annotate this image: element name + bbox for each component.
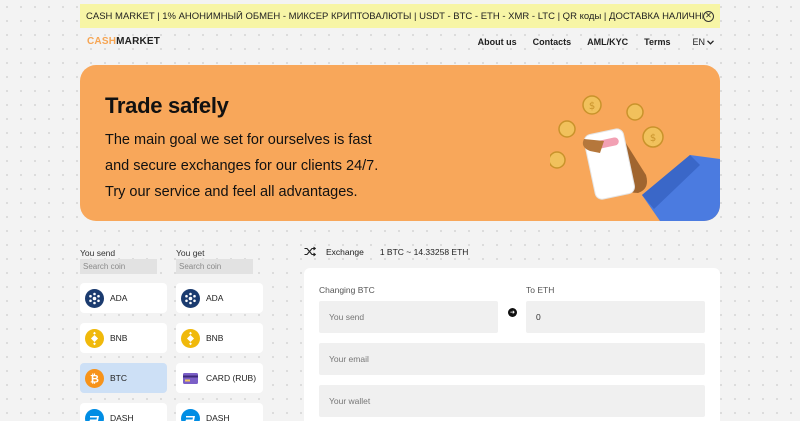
hero-line-1: The main goal we set for ourselves is fa… <box>105 132 372 148</box>
changing-label: Changing BTC <box>319 285 375 295</box>
get-coin-dash[interactable]: DASH <box>176 403 263 421</box>
you-send-label: You send <box>80 248 116 258</box>
wallet-field[interactable] <box>319 385 705 417</box>
chevron-down-icon <box>707 39 714 45</box>
btc-icon: ₿ <box>85 368 104 388</box>
hero-banner: Trade safely The main goal we set for ou… <box>80 65 720 221</box>
language-label: EN <box>692 37 705 47</box>
send-coin-bnb[interactable]: BNB <box>80 323 167 353</box>
bnb-icon <box>181 328 200 348</box>
coin-label: DASH <box>206 413 230 421</box>
send-coin-ada[interactable]: ADA <box>80 283 167 313</box>
email-field[interactable] <box>319 343 705 375</box>
get-coin-bnb[interactable]: BNB <box>176 323 263 353</box>
get-coin-ada[interactable]: ADA <box>176 283 263 313</box>
logo-cash: CASH <box>87 36 117 47</box>
dash-icon <box>181 408 200 421</box>
coin-label: DASH <box>110 413 134 421</box>
hero-description: The main goal we set for ourselves is fa… <box>105 127 405 205</box>
coin-label: ADA <box>206 293 224 303</box>
nav-contacts[interactable]: Contacts <box>533 37 572 47</box>
svg-text:$: $ <box>589 101 595 112</box>
hero-line-3: Try our service and feel all advantages. <box>105 184 358 200</box>
coin-label: CARD (RUB) <box>206 373 257 383</box>
send-search-input[interactable] <box>80 259 157 274</box>
coin-label: BTC <box>110 373 127 383</box>
coin-label: BNB <box>110 333 128 343</box>
exchange-label: Exchange <box>326 246 364 257</box>
svg-text:₿: ₿ <box>90 372 99 385</box>
nav-aml-kyc[interactable]: AML/KYC <box>587 37 628 47</box>
nav-terms[interactable]: Terms <box>644 37 670 47</box>
exchange-form: Changing BTC To ETH ➜ <box>304 268 720 421</box>
coin-label: BNB <box>206 333 224 343</box>
arrow-right-icon: ➜ <box>508 308 517 317</box>
send-coin-btc[interactable]: ₿ BTC <box>80 363 167 393</box>
top-nav: About us Contacts AML/KYC Terms EN <box>478 37 714 47</box>
exchange-header: Exchange 1 BTC ~ 14.33258 ETH <box>304 246 468 257</box>
announcement-text: CASH MARKET | 1% АНОНИМНЫЙ ОБМЕН - МИКСЕ… <box>86 10 703 22</box>
exchange-rate: 1 BTC ~ 14.33258 ETH <box>379 246 469 257</box>
svg-text:$: $ <box>650 133 656 144</box>
announcement-bar: CASH MARKET | 1% АНОНИМНЫЙ ОБМЕН - МИКСЕ… <box>80 4 720 28</box>
send-amount-input[interactable] <box>319 301 498 333</box>
nav-about-us[interactable]: About us <box>478 37 517 47</box>
bnb-icon <box>85 328 104 348</box>
shuffle-icon[interactable] <box>304 246 316 257</box>
logo[interactable]: CASHMARKET <box>87 36 160 47</box>
hero-line-2: and secure exchanges for our clients 24/… <box>105 158 379 174</box>
you-get-label: You get <box>176 248 205 258</box>
hand-phone-coins-illustration: $ $ <box>550 95 720 221</box>
get-search-input[interactable] <box>176 259 253 274</box>
language-selector[interactable]: EN <box>692 37 714 47</box>
receive-amount-input[interactable] <box>526 301 705 333</box>
dash-icon <box>85 408 104 421</box>
send-coin-dash[interactable]: DASH <box>80 403 167 421</box>
get-coin-card-rub[interactable]: CARD (RUB) <box>176 363 263 393</box>
ada-icon <box>181 288 200 308</box>
to-label: To ETH <box>526 285 555 295</box>
logo-market: MARKET <box>116 36 161 47</box>
coin-label: ADA <box>110 293 128 303</box>
close-icon[interactable]: ✕ <box>703 10 714 22</box>
card-icon <box>181 369 200 388</box>
hero-title: Trade safely <box>105 93 229 118</box>
ada-icon <box>85 288 104 308</box>
